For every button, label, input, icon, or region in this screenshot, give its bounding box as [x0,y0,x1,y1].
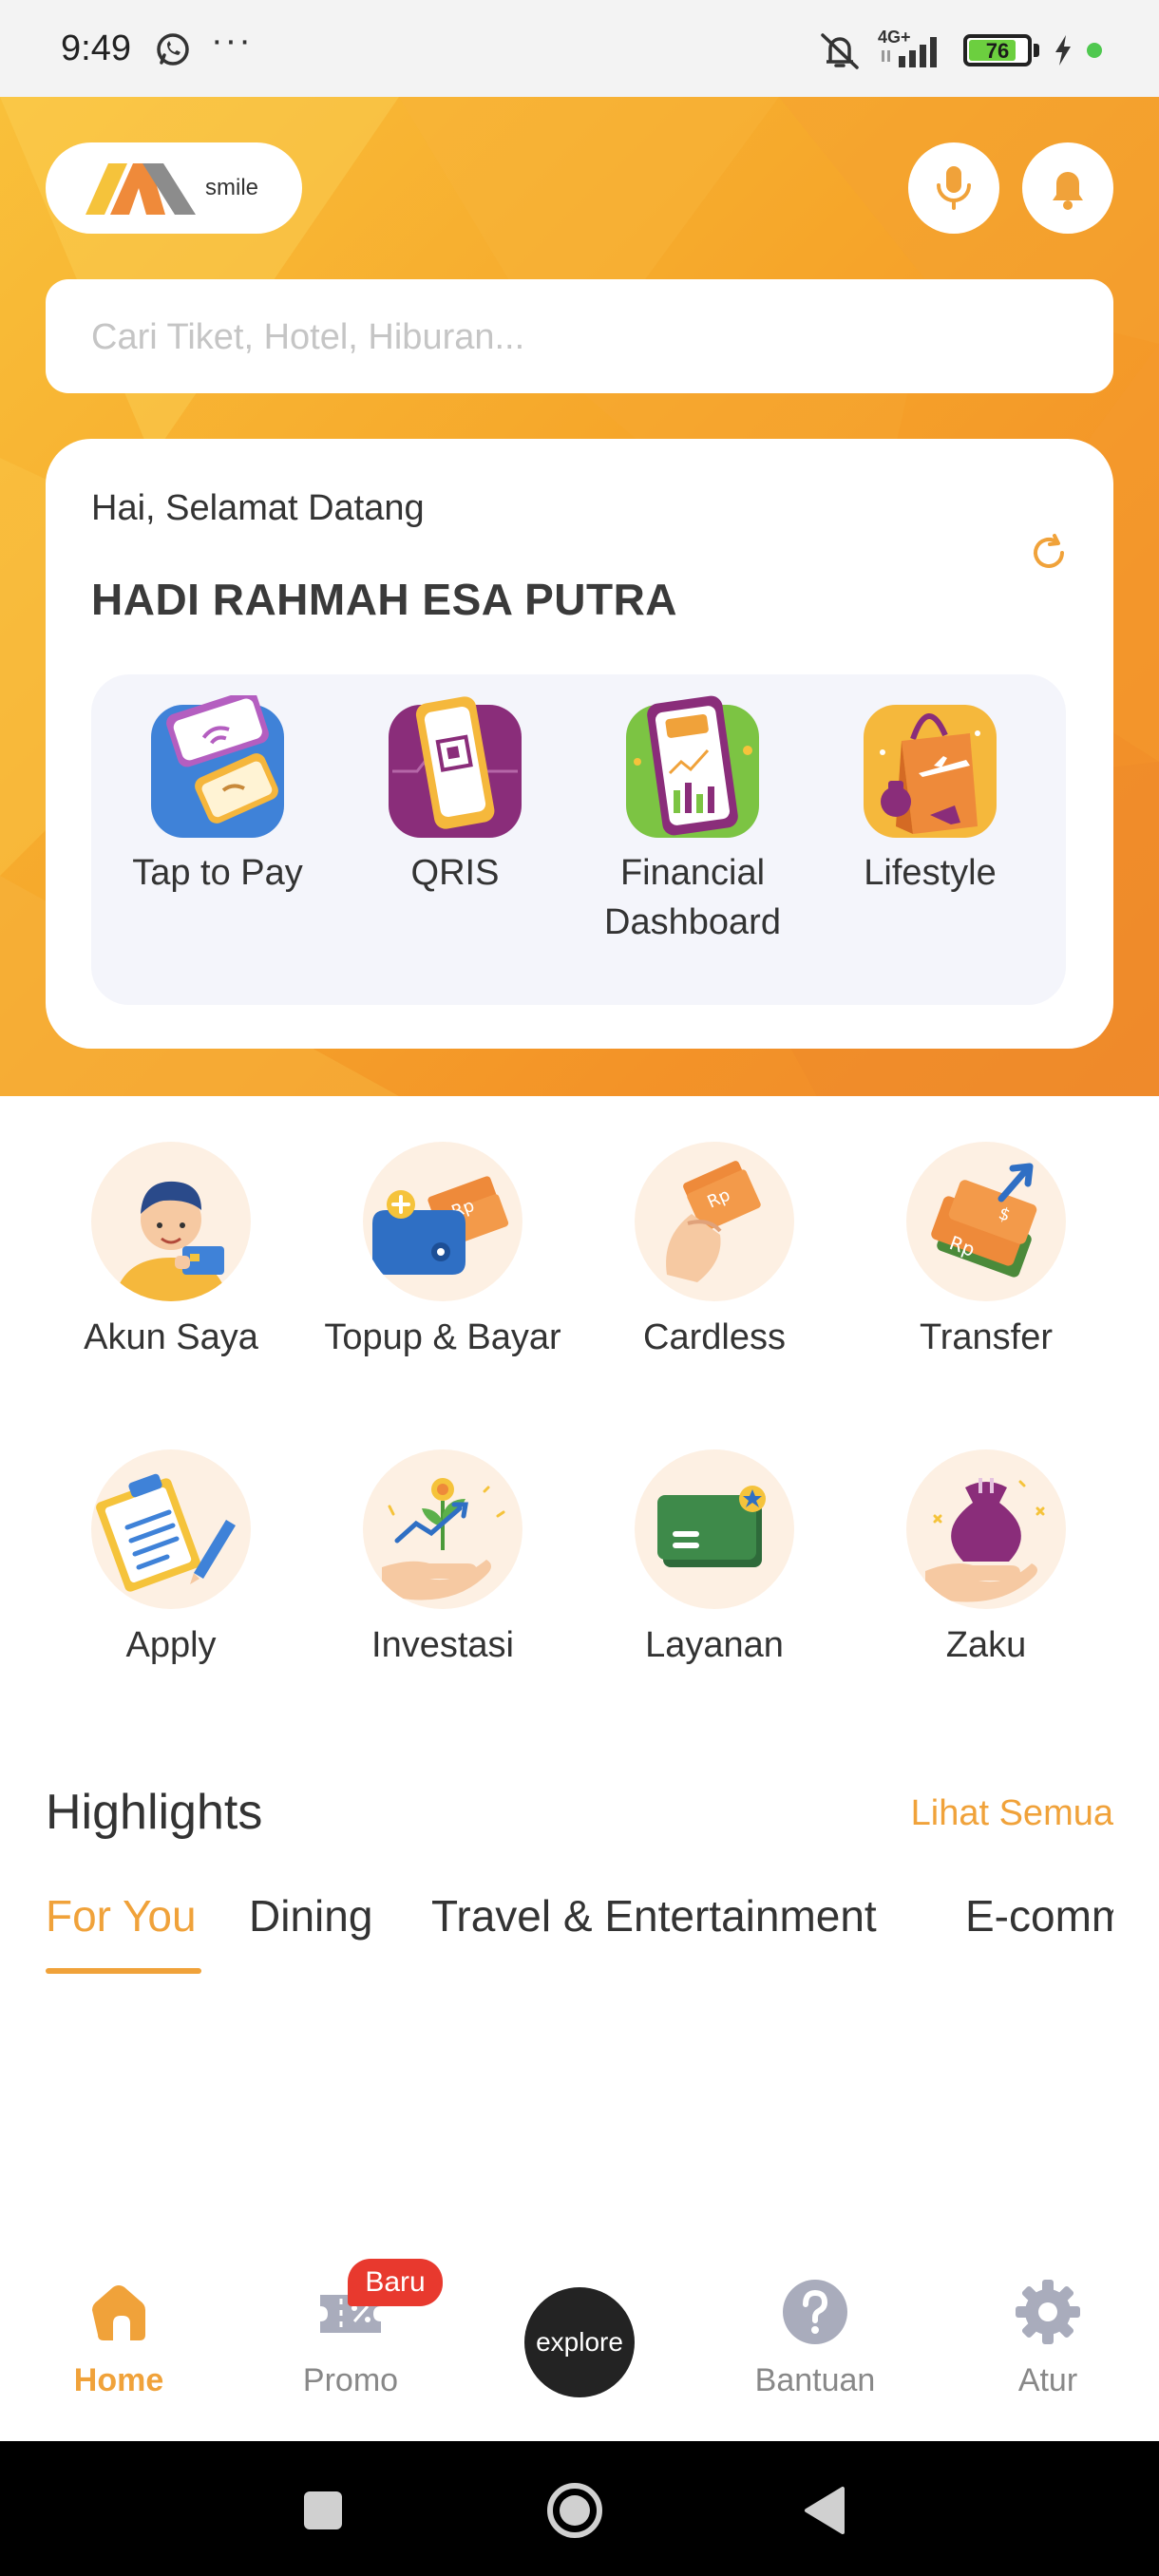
menu-item-akun-saya[interactable]: Akun Saya [48,1142,294,1362]
greeting-text: Hai, Selamat Datang [91,488,425,528]
quick-action-label: Financial Dashboard [604,853,781,942]
refresh-icon[interactable] [1026,530,1072,576]
status-icons: 4G+ 76 [815,27,1102,74]
privacy-indicator-dot [1087,43,1102,58]
quick-action-tap-to-pay[interactable]: Tap to Pay [99,690,336,898]
cardless-icon: Rp [635,1142,794,1301]
quick-action-lifestyle[interactable]: Lifestyle [811,695,1049,898]
system-navigation-bar [0,2441,1159,2576]
tab-e-commerce[interactable]: E-commerce [965,1890,1113,1941]
lifestyle-icon [864,705,997,838]
nav-label: Bantuan [754,2362,876,2398]
zaku-pouch-icon [906,1449,1066,1609]
menu-item-investasi[interactable]: Investasi [319,1449,566,1670]
microphone-icon [937,166,971,210]
charging-bolt-icon [1055,35,1071,66]
nav-label: Home [73,2362,164,2398]
menu-item-zaku[interactable]: Zaku [863,1449,1110,1670]
tab-dining[interactable]: Dining [249,1890,372,1941]
help-icon [783,2280,847,2344]
battery-icon: 76 [963,34,1032,66]
signal-4g-icon: 4G+ [878,28,950,71]
brand-logo-mark [86,163,196,215]
highlights-tabs: For You Dining Travel & Entertainment E-… [46,1890,1113,1976]
hero-header: smile Hai, Selamat Datang HADI RAHMAH ES… [0,97,1159,1096]
menu-item-topup-bayar[interactable]: Rp Topup & Bayar [319,1142,566,1362]
quick-action-label: QRIS [410,853,500,893]
battery-tip [1034,44,1039,57]
menu-label: Akun Saya [84,1317,258,1357]
bottom-navigation: Home Promo Baru explore Bantuan Atur [0,2247,1159,2441]
home-system-icon[interactable] [542,2477,608,2544]
financial-dashboard-icon [626,695,759,838]
menu-label: Apply [125,1625,217,1665]
service-card-icon [635,1449,794,1609]
status-time: 9:49 [61,28,131,68]
active-tab-indicator [46,1968,201,1974]
menu-item-cardless[interactable]: Rp Cardless [591,1142,838,1362]
tap-to-pay-icon [151,690,284,838]
nav-home[interactable]: Home [28,2278,209,2399]
home-icon [92,2285,145,2340]
silent-mode-icon [821,33,859,69]
tab-for-you[interactable]: For You [46,1890,197,1941]
menu-item-layanan[interactable]: Layanan [591,1449,838,1670]
nav-label: Promo [302,2362,399,2398]
menu-item-transfer[interactable]: Rp $ Transfer [863,1142,1110,1362]
recent-apps-icon[interactable] [290,2477,356,2544]
quick-action-label: Tap to Pay [132,853,303,893]
quick-action-financial-dashboard[interactable]: Financial Dashboard [574,695,811,947]
topup-wallet-icon: Rp [363,1142,522,1301]
qris-icon [389,696,522,838]
menu-label: Topup & Bayar [324,1317,561,1357]
nav-bantuan[interactable]: Bantuan [725,2278,905,2399]
user-name: HADI RAHMAH ESA PUTRA [91,575,678,624]
logo-text: smile [205,175,259,200]
quick-actions-panel: Tap to Pay QRIS Financial Dashboard Life… [91,674,1066,1005]
welcome-card: Hai, Selamat Datang HADI RAHMAH ESA PUTR… [46,439,1113,1049]
account-icon [91,1142,251,1301]
battery-percent: 76 [985,39,1010,63]
transfer-icon: Rp $ [906,1142,1066,1301]
menu-label: Transfer [919,1317,1054,1357]
notifications-button[interactable] [1022,142,1113,234]
tab-travel-entertainment[interactable]: Travel & Entertainment [431,1890,877,1941]
menu-item-apply[interactable]: Apply [48,1449,294,1670]
more-notifications-icon: ··· [211,21,253,61]
nav-atur[interactable]: Atur [958,2278,1138,2399]
app-logo: smile [46,142,302,234]
status-bar: 9:49 ··· 4G+ 76 [0,0,1159,97]
menu-label: Layanan [645,1625,784,1665]
settings-gear-icon [1016,2280,1080,2344]
quick-action-label: Lifestyle [864,853,997,893]
search-bar[interactable] [46,279,1113,393]
menu-label: Zaku [945,1625,1027,1665]
menu-label: Cardless [643,1317,786,1357]
back-icon[interactable] [793,2477,860,2544]
whatsapp-icon [157,33,189,66]
quick-action-qris[interactable]: QRIS [336,695,574,898]
menu-label: Investasi [371,1625,514,1665]
new-badge: Baru [348,2259,443,2306]
highlights-title: Highlights [46,1785,263,1840]
voice-search-button[interactable] [908,142,999,234]
explore-button[interactable]: explore [524,2287,635,2397]
see-all-link[interactable]: Lihat Semua [911,1793,1113,1834]
apply-clipboard-icon [91,1449,251,1609]
nav-label: Atur [1017,2362,1078,2398]
bell-icon [1053,172,1083,210]
investment-icon [363,1449,522,1609]
search-input[interactable] [91,313,1079,361]
